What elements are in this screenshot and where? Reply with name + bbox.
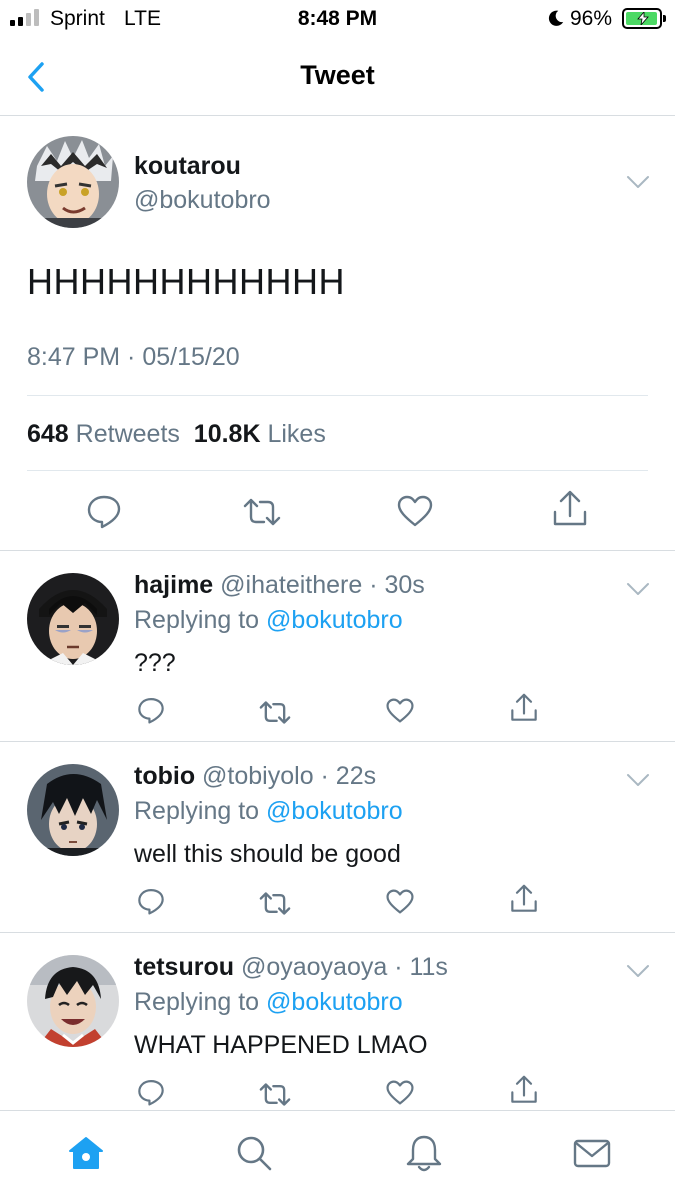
avatar[interactable] [27,136,119,228]
display-name[interactable]: tobio [134,762,195,790]
reply-button[interactable] [137,1078,165,1106]
chevron-down-icon[interactable] [626,582,650,596]
nav-bar: Tweet [0,38,675,116]
replying-to: Replying to @bokutobro [134,988,403,1017]
likes-label[interactable]: Likes [267,420,325,448]
share-button[interactable] [552,490,588,528]
replying-label: Replying to [134,797,260,825]
user-handle[interactable]: @bokutobro [134,186,271,215]
like-button[interactable] [386,889,414,914]
divider [27,470,648,471]
retweets-label[interactable]: Retweets [76,420,180,448]
share-icon [511,693,537,721]
reply-icon [87,495,121,529]
retweet-button[interactable] [259,891,291,916]
share-icon [511,884,537,912]
divider [27,395,648,396]
reply-tweet[interactable]: tobio @tobiyolo · 22s Replying to @bokut… [0,742,675,933]
reply-text: well this should be good [134,840,401,868]
chevron-down-icon[interactable] [626,773,650,787]
replying-to: Replying to @bokutobro [134,606,403,635]
like-icon [397,495,433,527]
like-button[interactable] [386,698,414,723]
reply-icon [138,698,164,724]
handle-time[interactable]: @tobiyolo · 22s [202,762,376,790]
retweet-icon [259,892,291,915]
chevron-down-icon[interactable] [626,964,650,978]
status-bar: Sprint LTE 8:48 PM 96% [0,0,675,38]
tweet-text: HHHHHHHHHHHH [27,261,345,302]
display-name[interactable]: tetsurou [134,953,234,981]
notifications-icon [406,1135,442,1172]
reply-header: tobio @tobiyolo · 22s [134,762,376,791]
moon-icon [548,10,564,26]
retweet-icon [259,701,291,724]
reply-icon [138,889,164,915]
like-icon [386,1080,414,1105]
avatar[interactable] [27,764,119,856]
tab-bar [0,1110,675,1200]
chevron-down-icon[interactable] [626,175,650,189]
tweet-stats: 648 Retweets 10.8K Likes [27,420,326,449]
share-icon [511,1075,537,1103]
display-name[interactable]: koutarou [134,152,241,181]
like-icon [386,889,414,914]
search-icon [237,1136,272,1171]
handle-time[interactable]: @ihateithere · 30s [220,571,425,599]
share-button[interactable] [510,1075,538,1105]
share-button[interactable] [510,884,538,914]
reply-text: WHAT HAPPENED LMAO [134,1031,428,1059]
main-tweet: koutarou @bokutobro HHHHHHHHHHHH 8:47 PM… [0,116,675,551]
replying-label: Replying to [134,606,260,634]
like-button[interactable] [397,495,433,527]
mention-link[interactable]: @bokutobro [266,797,403,825]
like-button[interactable] [386,1080,414,1105]
reply-tweet[interactable]: tetsurou @oyaoyaoya · 11s Replying to @b… [0,933,675,1110]
tab-notifications[interactable] [404,1133,444,1173]
reply-text: ??? [134,649,176,677]
reply-button[interactable] [86,493,122,529]
tab-home[interactable] [66,1133,106,1173]
retweet-icon [243,498,281,526]
retweet-button[interactable] [259,700,291,725]
tweet-timestamp: 8:47 PM · 05/15/20 [27,343,240,371]
replying-label: Replying to [134,988,260,1016]
page-title: Tweet [300,60,375,90]
reply-button[interactable] [137,887,165,915]
retweet-button[interactable] [243,497,281,527]
reply-icon [138,1080,164,1106]
retweets-count[interactable]: 648 [27,420,69,448]
reply-header: hajime @ihateithere · 30s [134,571,425,600]
share-icon [553,490,587,526]
like-icon [386,698,414,723]
share-button[interactable] [510,693,538,723]
display-name[interactable]: hajime [134,571,213,599]
replying-to: Replying to @bokutobro [134,797,403,826]
battery-percent: 96% [570,7,613,30]
battery-charging-icon [622,8,662,29]
mention-link[interactable]: @bokutobro [266,606,403,634]
messages-icon [573,1139,611,1168]
tab-search[interactable] [234,1133,274,1173]
reply-button[interactable] [137,696,165,724]
home-icon [69,1137,103,1169]
retweet-button[interactable] [259,1082,291,1107]
reply-tweet[interactable]: hajime @ihateithere · 30s Replying to @b… [0,551,675,742]
battery-nub [663,15,666,22]
mention-link[interactable]: @bokutobro [266,988,403,1016]
handle-time[interactable]: @oyaoyaoya · 11s [241,953,448,981]
tab-messages[interactable] [572,1133,612,1173]
likes-count[interactable]: 10.8K [194,420,261,448]
avatar[interactable] [27,573,119,665]
retweet-icon [259,1083,291,1106]
avatar[interactable] [27,955,119,1047]
reply-header: tetsurou @oyaoyaoya · 11s [134,953,448,982]
